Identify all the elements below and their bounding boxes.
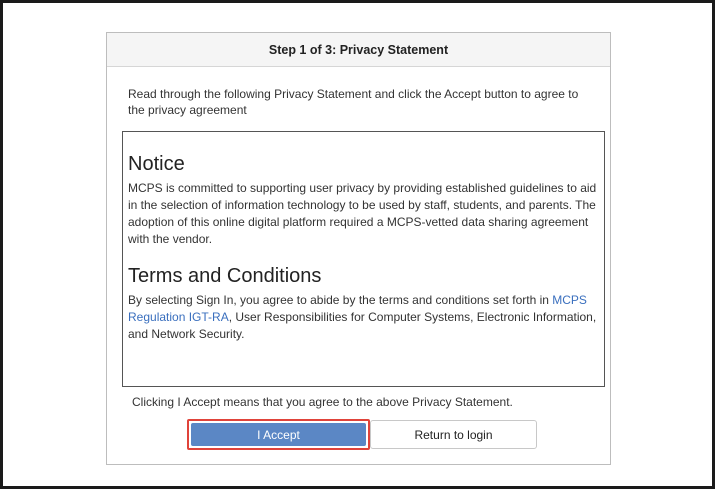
- card-header: Step 1 of 3: Privacy Statement: [107, 33, 610, 67]
- terms-text: By selecting Sign In, you agree to abide…: [128, 292, 599, 343]
- screenshot-frame: Step 1 of 3: Privacy Statement Read thro…: [0, 0, 715, 489]
- terms-heading: Terms and Conditions: [128, 265, 322, 287]
- privacy-statement-scrollbox[interactable]: Notice MCPS is committed to supporting u…: [122, 131, 605, 387]
- return-to-login-button[interactable]: Return to login: [370, 420, 537, 449]
- agree-note: Clicking I Accept means that you agree t…: [132, 395, 513, 409]
- intro-text: Read through the following Privacy State…: [128, 87, 579, 117]
- notice-text: MCPS is committed to supporting user pri…: [128, 181, 597, 246]
- accept-highlight: I Accept: [187, 419, 370, 450]
- accept-button[interactable]: I Accept: [191, 423, 366, 446]
- privacy-statement-card: Step 1 of 3: Privacy Statement Read thro…: [106, 32, 611, 465]
- page-title: Step 1 of 3: Privacy Statement: [268, 42, 449, 57]
- notice-heading: Notice: [128, 153, 185, 175]
- button-row: I Accept Return to login: [187, 419, 537, 450]
- terms-text-before: By selecting Sign In, you agree to abide…: [128, 293, 553, 307]
